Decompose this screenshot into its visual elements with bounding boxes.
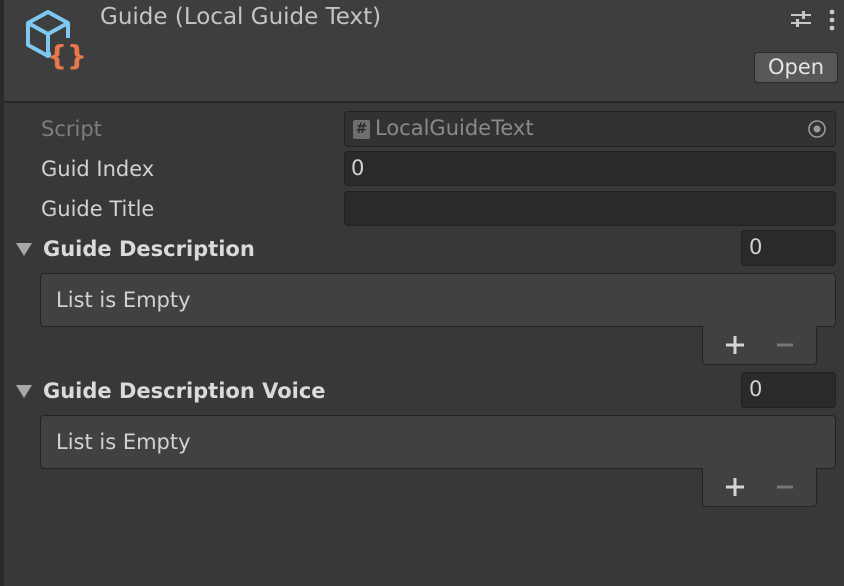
guide-description-voice-size-field[interactable]: 0 (741, 372, 836, 408)
guide-description-voice-label[interactable]: Guide Description Voice (43, 375, 326, 407)
guid-index-field[interactable]: 0 (344, 151, 836, 186)
guide-description-voice-list: List is Empty (40, 415, 836, 469)
guide-title-field[interactable] (344, 191, 836, 226)
guide-description-voice-foldout-arrow-icon[interactable] (16, 385, 32, 398)
guide-title-label: Guide Title (41, 197, 155, 221)
remove-element-icon[interactable] (773, 333, 797, 357)
kebab-menu-icon[interactable] (826, 8, 838, 32)
add-element-icon[interactable] (723, 475, 747, 499)
guide-description-label[interactable]: Guide Description (43, 233, 255, 265)
csharp-script-icon: {} (26, 10, 84, 72)
guide-description-foldout-arrow-icon[interactable] (16, 243, 32, 256)
guide-description-list: List is Empty (40, 273, 836, 327)
component-header[interactable]: {} Guide (Local Guide Text) Open (4, 0, 844, 101)
presets-icon[interactable] (790, 8, 812, 30)
csharp-hash-icon: # (353, 120, 370, 139)
svg-text:{}: {} (47, 39, 84, 72)
guide-description-size-field[interactable]: 0 (741, 230, 836, 266)
guid-index-label: Guid Index (41, 157, 155, 181)
script-label: Script (41, 117, 102, 141)
inspector-panel: {} Guide (Local Guide Text) Open Script … (0, 0, 844, 586)
header-divider (4, 101, 844, 103)
component-title: Guide (Local Guide Text) (100, 4, 382, 30)
script-object-field[interactable]: # LocalGuideText (344, 111, 836, 147)
remove-element-icon[interactable] (773, 475, 797, 499)
script-object-value: LocalGuideText (375, 116, 534, 140)
add-element-icon[interactable] (723, 333, 747, 357)
object-picker-icon[interactable] (807, 119, 827, 139)
open-button[interactable]: Open (754, 52, 838, 83)
guide-description-voice-list-footer (702, 468, 817, 507)
guide-description-list-footer (702, 326, 817, 365)
